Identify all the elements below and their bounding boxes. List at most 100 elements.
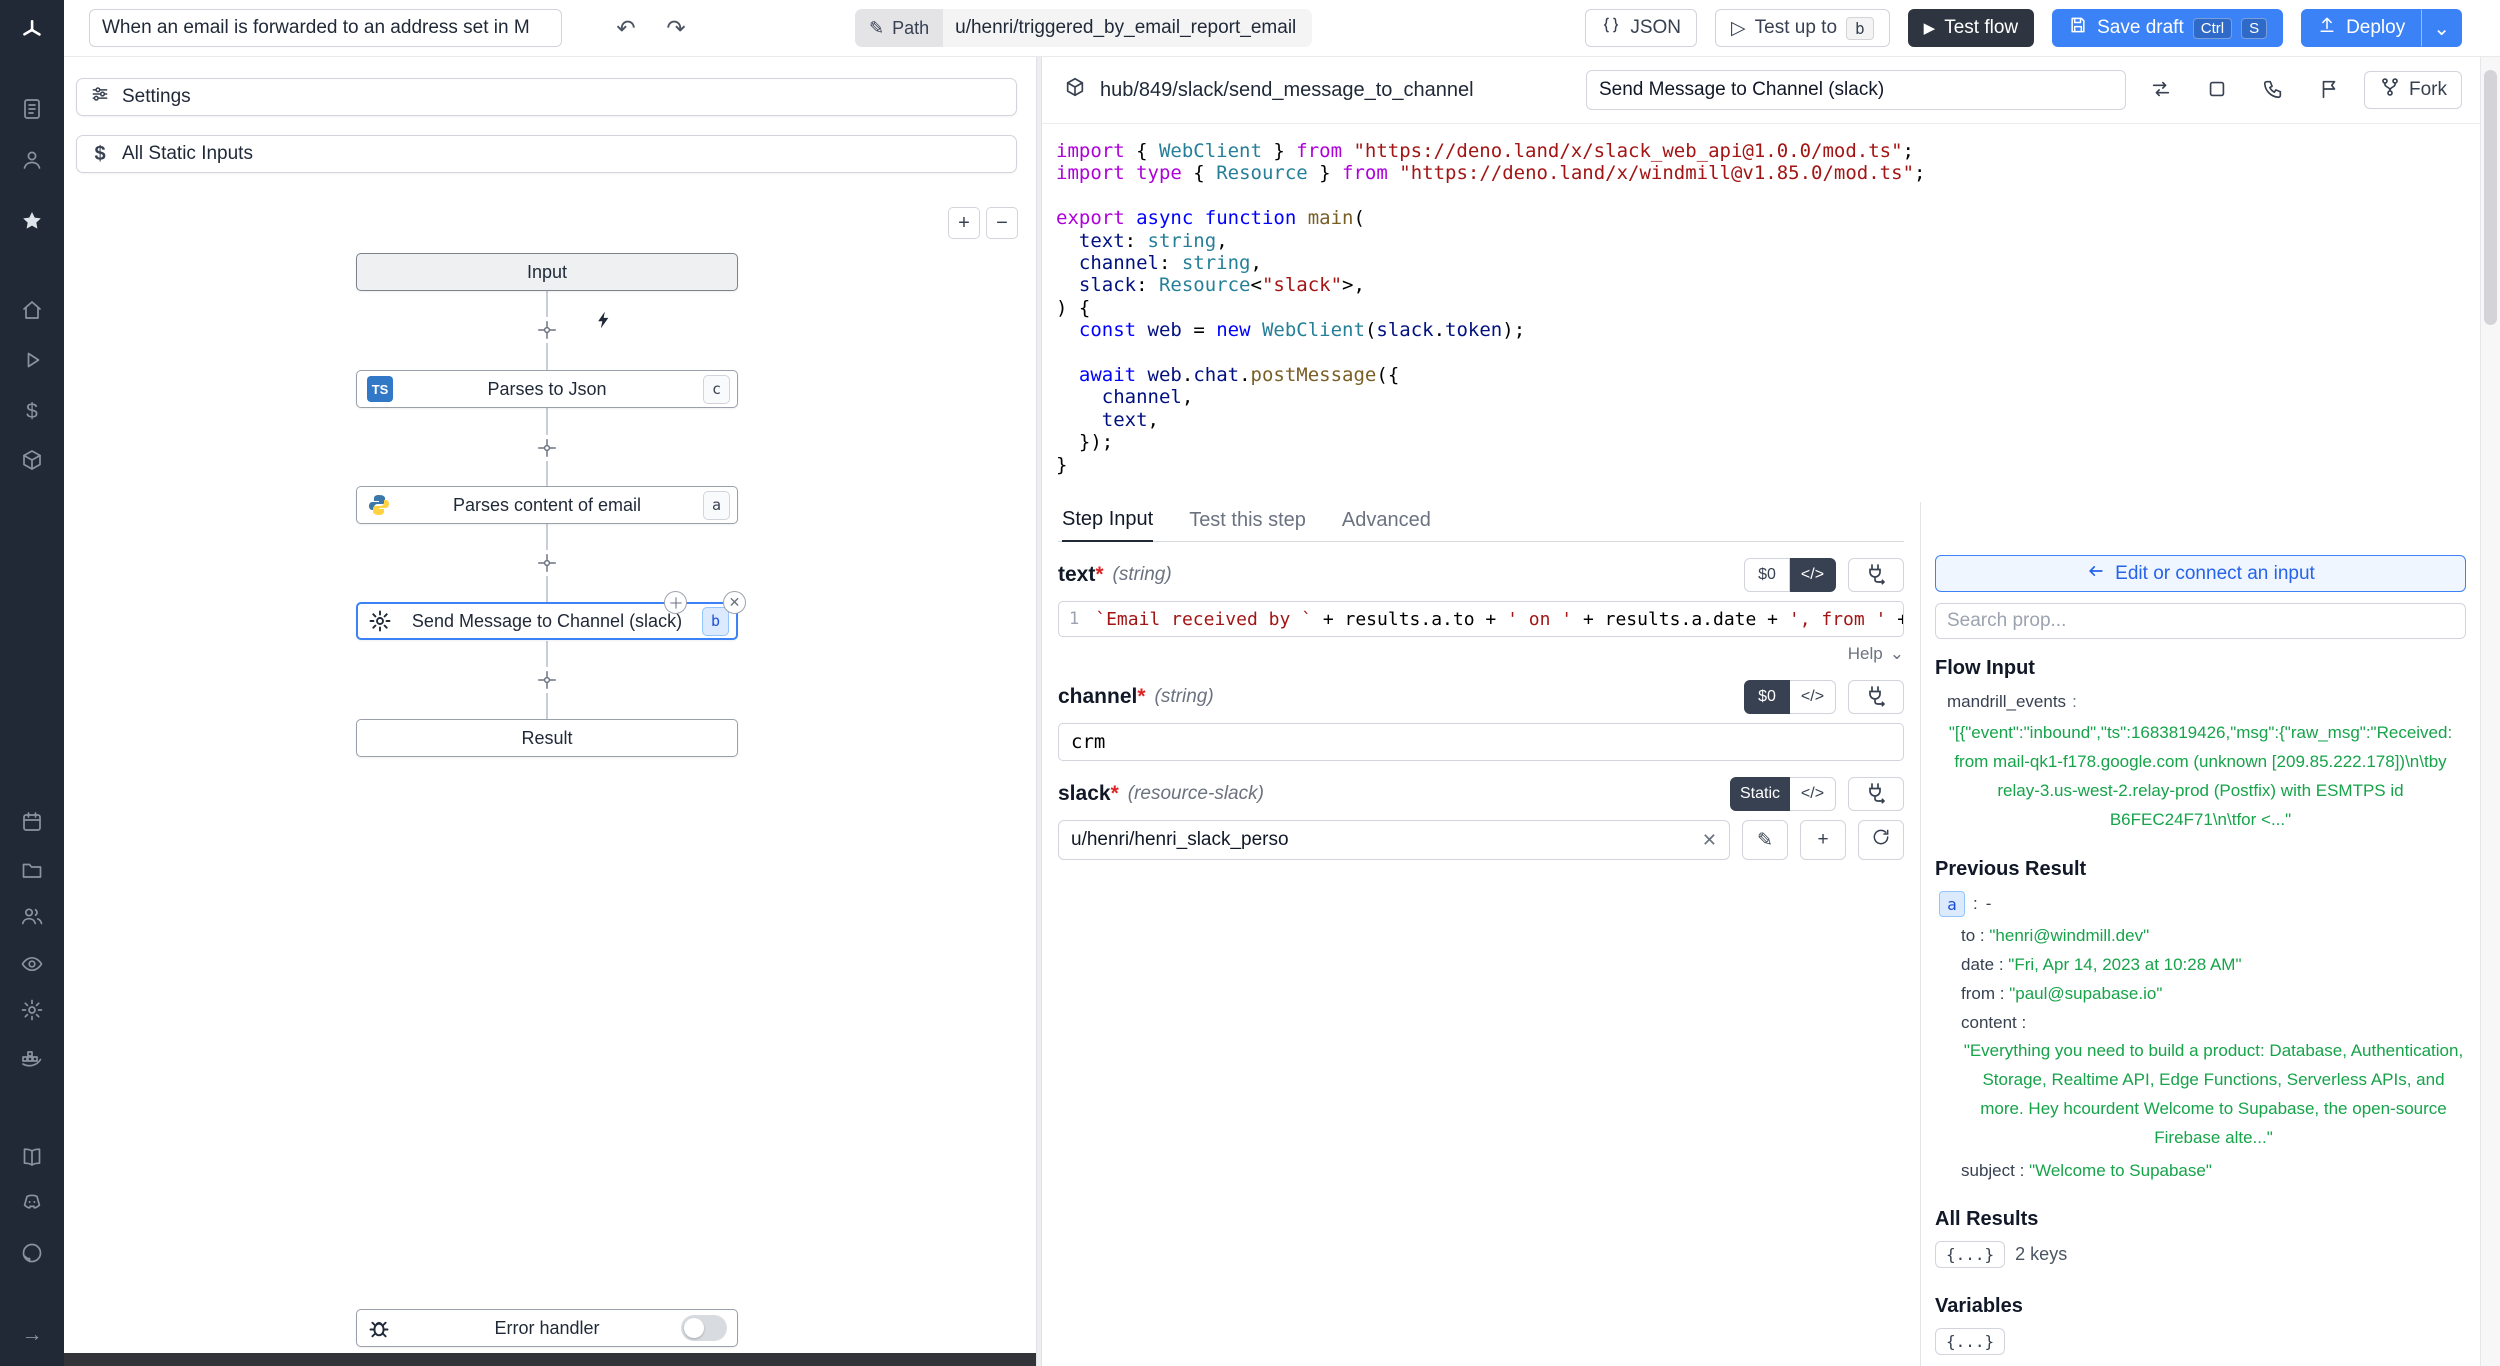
undo-button[interactable]: ↶ [604, 9, 648, 47]
all-results-title[interactable]: All Results [1935, 1208, 2466, 1231]
sidebar-item-favorites[interactable] [0, 204, 64, 244]
flow-settings-bar[interactable]: Settings [76, 78, 1017, 116]
move-step-button[interactable] [664, 591, 687, 614]
swap-step-button[interactable] [2140, 70, 2182, 110]
text-connect-button[interactable] [1848, 558, 1904, 592]
bottom-drawer-handle[interactable] [64, 1353, 1036, 1366]
sidebar-item-github[interactable] [0, 1236, 64, 1276]
sidebar-item-discord[interactable] [0, 1185, 64, 1225]
fork-button[interactable]: Fork [2364, 71, 2462, 109]
path-editor[interactable]: ✎ Path u/henri/triggered_by_email_report… [855, 9, 1312, 47]
insert-step-button[interactable] [534, 667, 560, 693]
sidebar-expand-button[interactable]: → [0, 1315, 64, 1355]
sidebar-item-groups[interactable] [0, 899, 64, 939]
flow-node-error-handler[interactable]: Error handler [356, 1309, 738, 1347]
code-editor[interactable]: import { WebClient } from "https://deno.… [1042, 124, 2480, 502]
sidebar-item-folders[interactable] [0, 853, 64, 893]
flow-node-send-message[interactable]: ✕ Send Message to Channel (slack) b [356, 602, 738, 640]
remove-step-button[interactable]: ✕ [723, 591, 746, 614]
insert-step-button[interactable] [534, 550, 560, 576]
webhook-button[interactable] [2252, 70, 2294, 110]
test-flow-button[interactable]: ▶ Test flow [1908, 9, 2034, 47]
zoom-out-button[interactable]: − [986, 207, 1018, 239]
tab-step-input[interactable]: Step Input [1062, 508, 1153, 542]
sidebar-item-docs[interactable] [0, 1140, 64, 1180]
prop-node-a[interactable]: a : - [1935, 891, 2466, 917]
redo-button[interactable]: ↷ [654, 9, 698, 47]
insert-step-button[interactable] [534, 435, 560, 461]
object-expand-badge[interactable]: {...} [1935, 1241, 2005, 1268]
channel-template-mode-button[interactable]: $0 [1744, 680, 1790, 714]
add-resource-button[interactable]: + [1800, 820, 1846, 860]
sidebar-item-runs-play[interactable] [0, 343, 64, 383]
tab-test-this-step[interactable]: Test this step [1189, 509, 1306, 541]
sidebar-item-runs[interactable] [0, 92, 64, 132]
help-link[interactable]: Help⌄ [1058, 644, 1904, 664]
edit-connect-input-button[interactable]: Edit or connect an input [1935, 555, 2466, 592]
channel-connect-button[interactable] [1848, 680, 1904, 714]
sidebar-item-audit[interactable] [0, 947, 64, 987]
search-prop-input[interactable] [1935, 603, 2466, 639]
flow-node-result[interactable]: Result [356, 719, 738, 757]
error-handler-toggle[interactable] [681, 1315, 727, 1341]
bug-icon [367, 1316, 391, 1340]
flow-node-parses-content-of-email[interactable]: Parses content of email a [356, 486, 738, 524]
deploy-dropdown-button[interactable]: ⌄ [2421, 9, 2462, 47]
flow-title-input[interactable] [89, 9, 562, 47]
sidebar-item-settings[interactable] [0, 993, 64, 1033]
tab-advanced[interactable]: Advanced [1342, 509, 1431, 541]
slack-connect-button[interactable] [1848, 777, 1904, 811]
zoom-in-button[interactable]: + [948, 207, 980, 239]
slack-resource-select[interactable]: u/henri/henri_slack_perso ✕ [1058, 820, 1730, 860]
flow-input-title[interactable]: Flow Input [1935, 657, 2466, 680]
prop-row-subject[interactable]: subject : "Welcome to Supabase" [1935, 1161, 2466, 1181]
docker-icon [20, 1046, 44, 1076]
step-summary-input[interactable] [1586, 70, 2126, 110]
insert-step-button[interactable] [534, 317, 560, 343]
sidebar-item-schedules[interactable] [0, 805, 64, 845]
text-expression-editor[interactable]: 1 `Email received by ` + results.a.to + … [1058, 601, 1904, 637]
text-code-mode-button[interactable]: </> [1790, 558, 1836, 592]
field-text-label: text* [1058, 563, 1104, 587]
hub-script-path[interactable]: hub/849/slack/send_message_to_channel [1100, 79, 1474, 102]
variables-title[interactable]: Variables [1935, 1295, 2466, 1318]
step-tabs: Step Input Test this step Advanced [1058, 502, 1904, 542]
book-icon [20, 1145, 44, 1175]
trigger-bolt-icon[interactable] [592, 308, 616, 332]
prop-row-date[interactable]: date : "Fri, Apr 14, 2023 at 10:28 AM" [1935, 955, 2466, 975]
sidebar-item-profile[interactable] [0, 143, 64, 183]
expand-editor-button[interactable] [2196, 70, 2238, 110]
test-up-to-button[interactable]: ▷ Test up to b [1715, 9, 1890, 47]
save-draft-button[interactable]: Save draft Ctrl S [2052, 9, 2283, 47]
prop-row-content[interactable]: content :"Everything you need to build a… [1935, 1013, 2466, 1152]
sidebar-item-variables[interactable]: $ [0, 392, 64, 432]
text-template-mode-button[interactable]: $0 [1744, 558, 1790, 592]
refresh-resource-button[interactable] [1858, 820, 1904, 860]
slack-static-mode-button[interactable]: Static [1730, 777, 1790, 811]
sidebar-item-resources[interactable] [0, 443, 64, 483]
sidebar-item-workers[interactable] [0, 1041, 64, 1081]
prop-row-from[interactable]: from : "paul@supabase.io" [1935, 984, 2466, 1004]
slack-code-mode-button[interactable]: </> [1790, 777, 1836, 811]
static-inputs-bar[interactable]: $ All Static Inputs [76, 135, 1017, 173]
channel-input[interactable] [1058, 723, 1904, 761]
flow-node-parses-to-json[interactable]: TS Parses to Json c [356, 370, 738, 408]
object-expand-badge[interactable]: {...} [1935, 1328, 2005, 1355]
sidebar-item-home[interactable] [0, 293, 64, 333]
edit-resource-button[interactable]: ✎ [1742, 820, 1788, 860]
json-button[interactable]: JSON [1585, 9, 1697, 47]
scrollbar-thumb[interactable] [2484, 70, 2497, 325]
previous-result-title[interactable]: Previous Result [1935, 858, 2466, 881]
flag-button[interactable] [2308, 70, 2350, 110]
prop-row-to[interactable]: to : "henri@windmill.dev" [1935, 926, 2466, 946]
windmill-logo-icon[interactable] [0, 10, 64, 50]
channel-code-mode-button[interactable]: </> [1790, 680, 1836, 714]
deploy-button[interactable]: Deploy [2301, 9, 2421, 47]
prop-value-mandrill-events[interactable]: "[{"event":"inbound","ts":1683819426,"ms… [1935, 718, 2466, 834]
clear-resource-icon[interactable]: ✕ [1702, 830, 1717, 851]
path-value: u/henri/triggered_by_email_report_email [955, 17, 1296, 39]
flow-editor-panel: Settings $ All Static Inputs + − Input T… [64, 57, 1036, 1353]
flow-node-input[interactable]: Input [356, 253, 738, 291]
prop-key-mandrill-events[interactable]: mandrill_events: [1935, 692, 2466, 712]
dollar-icon: $ [26, 400, 38, 424]
